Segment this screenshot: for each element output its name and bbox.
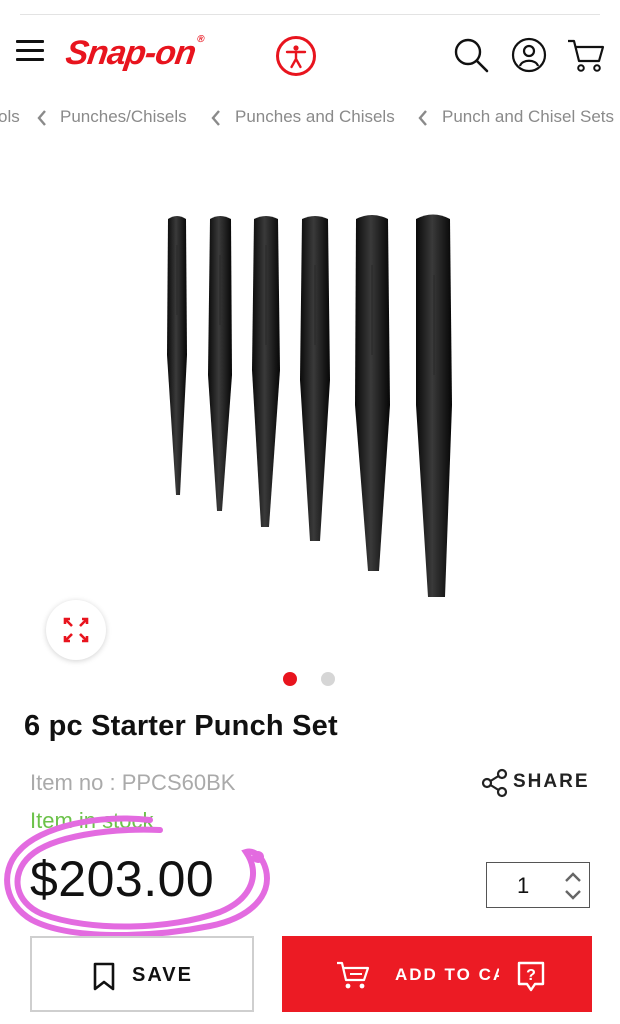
fullscreen-icon: [63, 617, 89, 643]
top-divider: [20, 14, 600, 15]
cart-icon[interactable]: [566, 36, 605, 74]
gallery-pagination: [283, 672, 343, 688]
help-icon[interactable]: ?: [516, 960, 546, 992]
breadcrumb-item-punches-and-chisels[interactable]: Punches and Chisels: [235, 107, 395, 127]
brand-logo[interactable]: Snap-on®: [63, 34, 204, 73]
breadcrumb-item-punches-chisels[interactable]: Punches/Chisels: [60, 107, 187, 127]
save-button[interactable]: SAVE: [30, 936, 254, 1012]
gallery-dot-2[interactable]: [321, 672, 335, 686]
chevron-left-icon: [37, 110, 46, 126]
product-title: 6 pc Starter Punch Set: [24, 710, 338, 742]
save-label: SAVE: [132, 964, 193, 986]
chevron-left-icon: [211, 110, 220, 126]
site-header: Snap-on®: [0, 20, 620, 90]
share-label: SHARE: [513, 771, 590, 792]
quantity-stepper[interactable]: 1: [486, 862, 590, 908]
gallery-dot-1[interactable]: [283, 672, 297, 686]
share-icon: [481, 768, 508, 798]
stepper-arrows-icon[interactable]: [563, 869, 583, 903]
fullscreen-button[interactable]: [46, 600, 106, 660]
add-to-cart-button[interactable]: ADD TO CART ?: [282, 936, 592, 1012]
breadcrumb-item-punch-and-chisel-sets[interactable]: Punch and Chisel Sets: [442, 107, 614, 127]
accessibility-icon[interactable]: [276, 36, 316, 76]
price-annotation-circle: [4, 815, 270, 938]
menu-icon[interactable]: [16, 40, 44, 64]
breadcrumb: ols Punches/Chisels Punches and Chisels …: [0, 104, 620, 132]
bookmark-icon: [93, 962, 115, 991]
search-icon[interactable]: [452, 36, 490, 74]
quantity-value: 1: [517, 873, 530, 898]
account-icon[interactable]: [510, 36, 548, 74]
product-image[interactable]: [150, 205, 470, 605]
cart-icon: [337, 961, 370, 989]
svg-text:?: ?: [526, 967, 536, 984]
item-number: Item no : PPCS60BK: [30, 770, 236, 795]
breadcrumb-item-tools[interactable]: ols: [0, 107, 20, 127]
chevron-left-icon: [418, 110, 427, 126]
add-to-cart-label: ADD TO CART: [395, 965, 499, 984]
